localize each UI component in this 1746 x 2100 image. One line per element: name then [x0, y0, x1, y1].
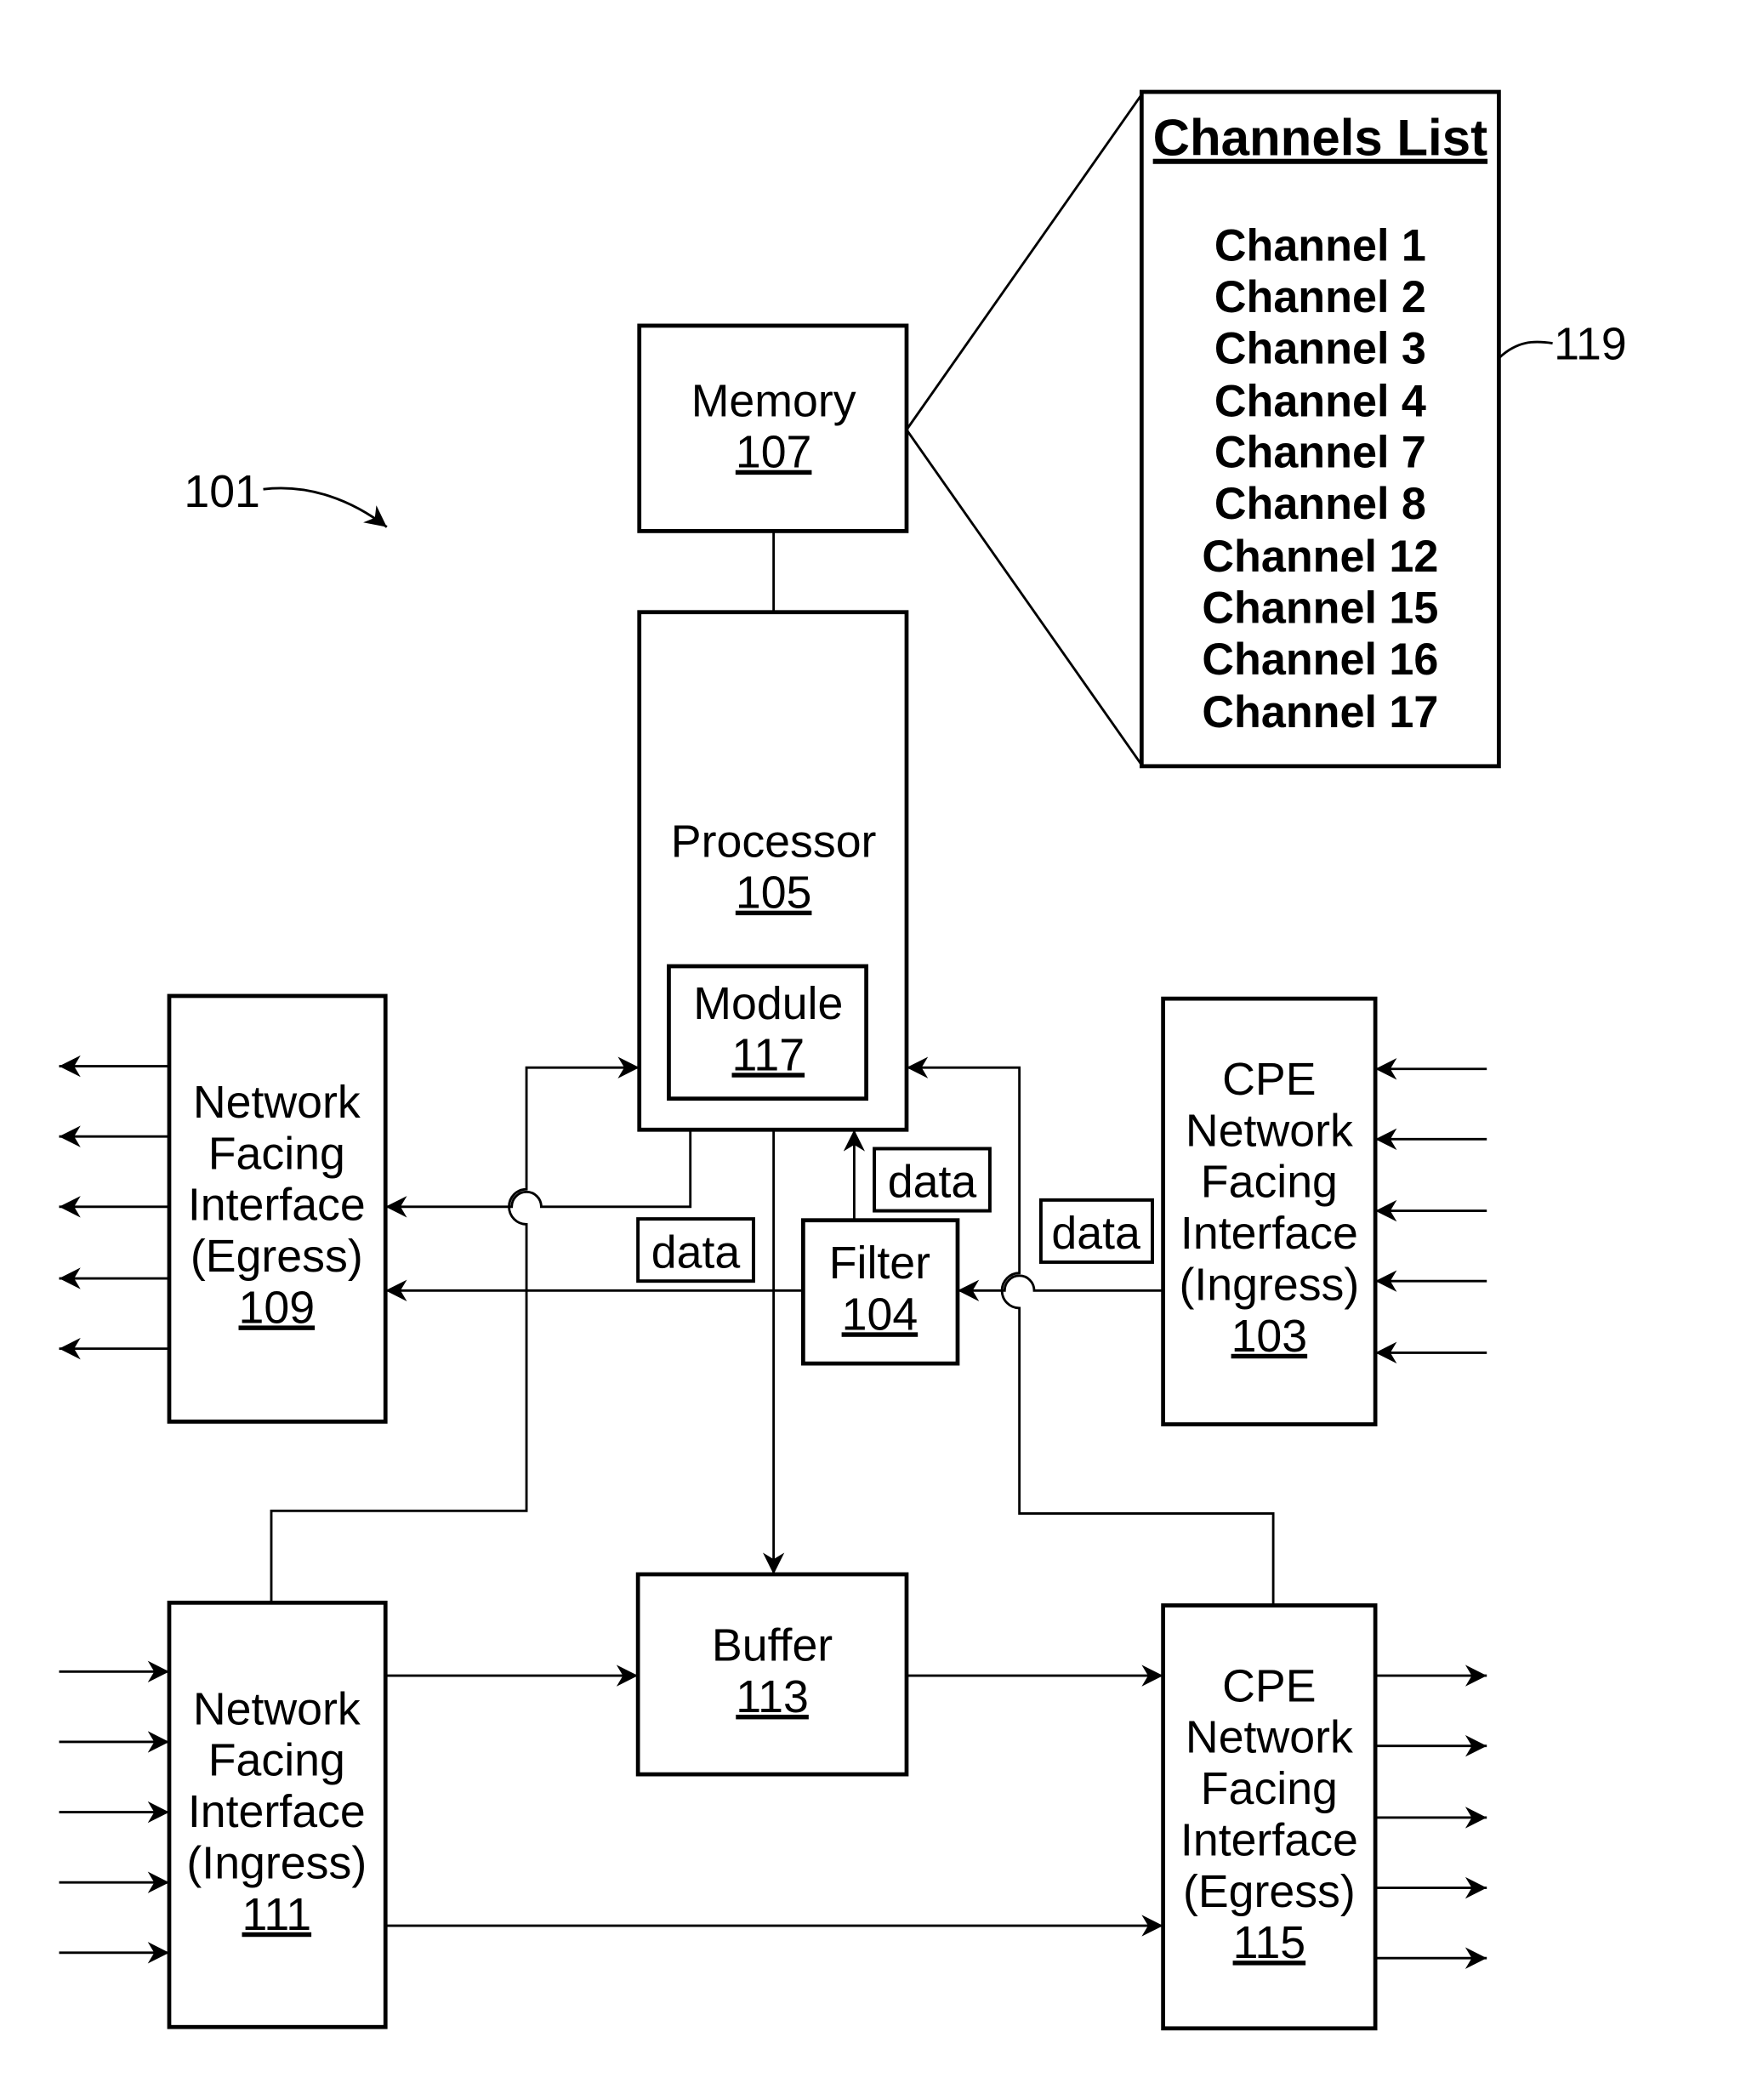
- cpe-egress-outputs: [1375, 1665, 1487, 1969]
- filter-number: 104: [842, 1289, 918, 1340]
- cpe-ingress-block: CPE Network Facing Interface (Ingress) 1…: [1161, 996, 1378, 1426]
- cpe-ingress-line: (Ingress): [1179, 1259, 1359, 1310]
- nf-egress-line: Interface: [188, 1180, 366, 1231]
- channel-item: Channel 16: [1202, 635, 1438, 685]
- nf-egress-number: 109: [239, 1282, 316, 1333]
- processor-label: Processor: [671, 816, 877, 867]
- nf-egress-line: Facing: [208, 1128, 345, 1179]
- nf-ingress-line: (Ingress): [186, 1837, 367, 1888]
- cpe-egress-line: Network: [1186, 1712, 1353, 1763]
- filter-block: Filter 104: [801, 1218, 960, 1366]
- channel-item: Channel 15: [1202, 583, 1438, 633]
- buffer-label: Buffer: [712, 1619, 833, 1670]
- nf-egress-block: Network Facing Interface (Egress) 109: [167, 993, 388, 1424]
- figure-reference-label: 101: [184, 466, 260, 517]
- cpe-ingress-line: Network: [1186, 1105, 1353, 1156]
- memory-label: Memory: [691, 375, 856, 426]
- block-diagram: 101 Memory 107 Channels List Channel 1 C…: [59, 89, 1627, 2031]
- module-label: Module: [693, 978, 843, 1029]
- channel-item: Channel 7: [1214, 429, 1426, 478]
- nf-ingress-number: 111: [242, 1889, 312, 1940]
- data-tag-egress: data: [636, 1217, 755, 1283]
- nf-ingress-line: Network: [193, 1683, 361, 1734]
- nf-egress-outputs: [59, 1055, 169, 1360]
- cpe-egress-line: (Egress): [1183, 1866, 1356, 1917]
- buffer-block: Buffer 113: [635, 1572, 909, 1777]
- channel-item: Channel 12: [1202, 532, 1438, 582]
- channels-list-leader-line: [1498, 340, 1553, 360]
- callout-line-bottom: [905, 429, 1143, 766]
- cpe-egress-line: Interface: [1180, 1814, 1358, 1865]
- channel-item: Channel 3: [1214, 324, 1426, 373]
- buffer-number: 113: [736, 1671, 809, 1722]
- channels-list-title: Channels List: [1153, 110, 1487, 167]
- nf-egress-line: Network: [193, 1077, 361, 1128]
- memory-number: 107: [736, 427, 812, 478]
- channel-item: Channel 1: [1214, 222, 1426, 271]
- channel-item: Channel 4: [1214, 377, 1426, 426]
- cpe-ingress-line: Interface: [1180, 1208, 1358, 1259]
- channels-list-reference: 119: [1554, 318, 1627, 369]
- cpe-ingress-number: 103: [1231, 1311, 1308, 1362]
- figure-reference-arrow-icon: [263, 487, 388, 528]
- data-tag-ingress: data: [1038, 1198, 1154, 1264]
- channel-item: Channel 17: [1202, 688, 1438, 737]
- cpe-ingress-inputs: [1375, 1058, 1487, 1364]
- nf-ingress-block: Network Facing Interface (Ingress) 111: [167, 1600, 388, 2029]
- module-block: Module 117: [667, 964, 868, 1101]
- cpe-ingress-line: CPE: [1222, 1054, 1316, 1105]
- channel-item: Channel 2: [1214, 273, 1426, 322]
- memory-block: Memory 107: [637, 323, 909, 533]
- nf-egress-line: (Egress): [191, 1231, 363, 1282]
- data-tag-label: data: [651, 1226, 741, 1278]
- data-tag-label: data: [888, 1157, 977, 1208]
- channels-list-panel: Channels List Channel 1 Channel 2 Channe…: [1139, 89, 1501, 769]
- cpe-ingress-line: Facing: [1201, 1157, 1338, 1208]
- nf-ingress-line: Facing: [208, 1735, 345, 1786]
- filter-label: Filter: [829, 1238, 930, 1289]
- cpe-egress-line: Facing: [1201, 1763, 1338, 1814]
- nf-ingress-line: Interface: [188, 1786, 366, 1837]
- nf-ingress-inputs: [59, 1660, 169, 1964]
- channels-list-items: Channel 1 Channel 2 Channel 3 Channel 4 …: [1202, 222, 1438, 737]
- module-number: 117: [732, 1029, 805, 1080]
- processor-to-nf-egress-link: [385, 1130, 692, 1218]
- data-tag-filter-processor: data: [873, 1147, 992, 1213]
- processor-block: Processor 105 Module 117: [637, 610, 909, 1132]
- cpe-egress-number: 115: [1233, 1917, 1306, 1968]
- processor-number: 105: [736, 868, 812, 919]
- cpe-egress-block: CPE Network Facing Interface (Egress) 11…: [1161, 1603, 1378, 2031]
- data-tag-label: data: [1051, 1208, 1140, 1259]
- cpe-egress-line: CPE: [1222, 1660, 1316, 1711]
- cpe-ingress-to-filter-link: [957, 1274, 1163, 1302]
- channel-item: Channel 8: [1214, 480, 1426, 529]
- callout-line-top: [905, 94, 1143, 431]
